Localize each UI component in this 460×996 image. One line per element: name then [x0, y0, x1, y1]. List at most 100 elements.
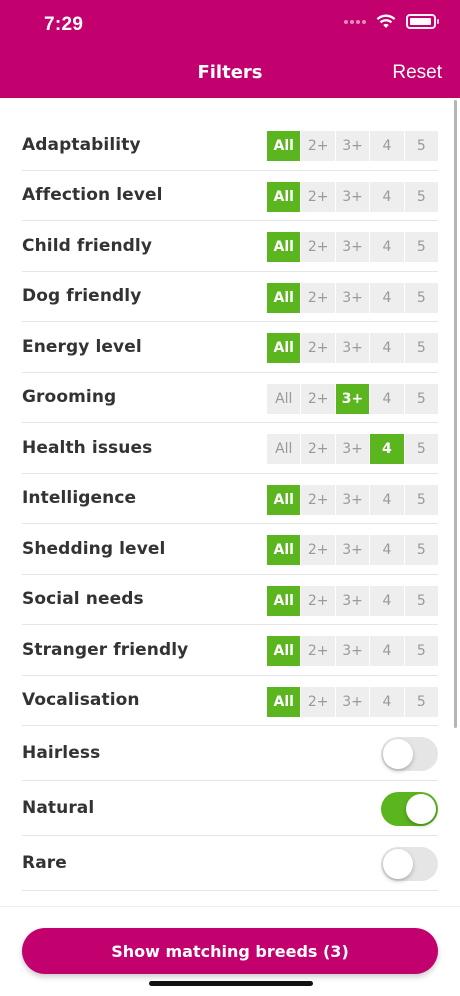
segment-option[interactable]: 3+ — [335, 585, 370, 616]
segment-option[interactable]: 3+ — [335, 636, 370, 666]
segment-option[interactable]: 3+ — [335, 686, 370, 717]
filter-label: Dog friendly — [22, 286, 142, 307]
show-matching-breeds-button[interactable]: Show matching breeds (3) — [22, 928, 438, 974]
toggle-switch[interactable] — [381, 792, 438, 826]
rating-segmented-control: All 2+ 3+ 4 5 — [267, 333, 438, 363]
segment-option[interactable]: All — [267, 484, 301, 515]
filter-row-intelligence: Intelligence All 2+ 3+ 4 5 — [22, 474, 438, 524]
segment-option[interactable]: 2+ — [301, 282, 335, 313]
segment-option[interactable]: 3+ — [335, 484, 370, 515]
filter-label: Social needs — [22, 589, 144, 610]
segment-option[interactable]: 3+ — [335, 282, 370, 313]
segment-option[interactable]: All — [267, 585, 301, 616]
toggle-label: Hairless — [22, 743, 101, 763]
segment-option[interactable]: 2+ — [301, 535, 335, 565]
segment-option[interactable]: All — [267, 232, 301, 262]
filter-label: Child friendly — [22, 235, 153, 256]
segment-option[interactable]: 2+ — [301, 333, 335, 363]
segment-option[interactable]: All — [267, 383, 301, 414]
segment-option[interactable]: 2+ — [301, 383, 335, 414]
page-title: Filters — [197, 62, 263, 83]
segment-option[interactable]: 2+ — [301, 434, 335, 464]
status-icons — [344, 14, 439, 29]
segment-option[interactable]: 4 — [370, 484, 404, 515]
segment-option[interactable]: All — [267, 282, 301, 313]
segment-option[interactable]: 4 — [370, 282, 404, 313]
toggle-row-rare: Rare — [22, 836, 438, 891]
segment-option[interactable]: 4 — [370, 434, 404, 464]
segment-option[interactable]: 2+ — [301, 636, 335, 666]
segment-option[interactable]: 5 — [404, 484, 438, 515]
filter-label: Intelligence — [22, 488, 137, 509]
filter-row-energy-level: Energy level All 2+ 3+ 4 5 — [22, 322, 438, 373]
segment-option[interactable]: 2+ — [301, 484, 335, 515]
segment-option[interactable]: 4 — [370, 636, 404, 666]
toggle-switch[interactable] — [381, 847, 438, 881]
segment-option[interactable]: All — [267, 636, 301, 666]
segment-option[interactable]: All — [267, 434, 301, 464]
segment-option[interactable]: 4 — [370, 333, 404, 363]
segment-option[interactable]: 2+ — [301, 232, 335, 262]
segment-option[interactable]: 4 — [370, 535, 404, 565]
segment-option[interactable]: 5 — [404, 232, 438, 262]
filter-label: Grooming — [22, 387, 117, 408]
filter-row-child-friendly: Child friendly All 2+ 3+ 4 5 — [22, 221, 438, 272]
segment-option[interactable]: All — [267, 333, 301, 363]
segment-option[interactable]: All — [267, 181, 301, 212]
segment-option[interactable]: 2+ — [301, 585, 335, 616]
segment-option[interactable]: 2+ — [301, 131, 335, 161]
filter-row-stranger-friendly: Stranger friendly All 2+ 3+ 4 5 — [22, 625, 438, 676]
rating-segmented-control: All 2+ 3+ 4 5 — [267, 232, 438, 262]
segment-option[interactable]: 4 — [370, 585, 404, 616]
segment-option[interactable]: 5 — [404, 181, 438, 212]
reset-button[interactable]: Reset — [392, 62, 442, 84]
segment-option[interactable]: 4 — [370, 383, 404, 414]
segment-option[interactable]: 4 — [370, 686, 404, 717]
filter-label: Shedding level — [22, 538, 166, 559]
segment-option[interactable]: 5 — [404, 686, 438, 717]
segment-option[interactable]: 3+ — [335, 434, 370, 464]
segment-option[interactable]: 5 — [404, 636, 438, 666]
home-indicator[interactable] — [149, 981, 313, 986]
segment-option[interactable]: 3+ — [335, 383, 370, 414]
segment-option[interactable]: 5 — [404, 434, 438, 464]
toggle-row-hairless: Hairless — [22, 726, 438, 781]
segment-option[interactable]: 2+ — [301, 686, 335, 717]
toggle-row-natural: Natural — [22, 781, 438, 836]
filter-label: Affection level — [22, 185, 163, 206]
toggle-knob — [383, 739, 413, 769]
toggle-knob — [383, 849, 413, 879]
battery-icon — [406, 14, 439, 29]
segment-option[interactable]: 5 — [404, 585, 438, 616]
segment-option[interactable]: 3+ — [335, 535, 370, 565]
rating-segmented-control: All 2+ 3+ 4 5 — [267, 181, 438, 212]
segment-option[interactable]: All — [267, 686, 301, 717]
segment-option[interactable]: 3+ — [335, 131, 370, 161]
rating-segmented-control: All 2+ 3+ 4 5 — [267, 484, 438, 515]
scrollbar[interactable] — [454, 100, 457, 728]
rating-segmented-control: All 2+ 3+ 4 5 — [267, 383, 438, 414]
segment-option[interactable]: 5 — [404, 383, 438, 414]
segment-option[interactable]: 3+ — [335, 232, 370, 262]
rating-segmented-control: All 2+ 3+ 4 5 — [267, 535, 438, 565]
toggle-switch[interactable] — [381, 737, 438, 771]
segment-option[interactable]: 4 — [370, 131, 404, 161]
segment-option[interactable]: 5 — [404, 282, 438, 313]
rating-segmented-control: All 2+ 3+ 4 5 — [267, 282, 438, 313]
segment-option[interactable]: 5 — [404, 131, 438, 161]
segment-option[interactable]: All — [267, 535, 301, 565]
segment-option[interactable]: 3+ — [335, 181, 370, 212]
rating-segmented-control: All 2+ 3+ 4 5 — [267, 636, 438, 666]
wifi-icon — [376, 14, 396, 28]
segment-option[interactable]: 3+ — [335, 333, 370, 363]
segment-option[interactable]: 5 — [404, 333, 438, 363]
filter-row-dog-friendly: Dog friendly All 2+ 3+ 4 5 — [22, 272, 438, 322]
status-time: 7:29 — [44, 14, 84, 35]
filter-label: Health issues — [22, 437, 153, 458]
segment-option[interactable]: 4 — [370, 181, 404, 212]
segment-option[interactable]: 4 — [370, 232, 404, 262]
segment-option[interactable]: 5 — [404, 535, 438, 565]
toggle-label: Natural — [22, 798, 95, 818]
segment-option[interactable]: 2+ — [301, 181, 335, 212]
segment-option[interactable]: All — [267, 131, 301, 161]
